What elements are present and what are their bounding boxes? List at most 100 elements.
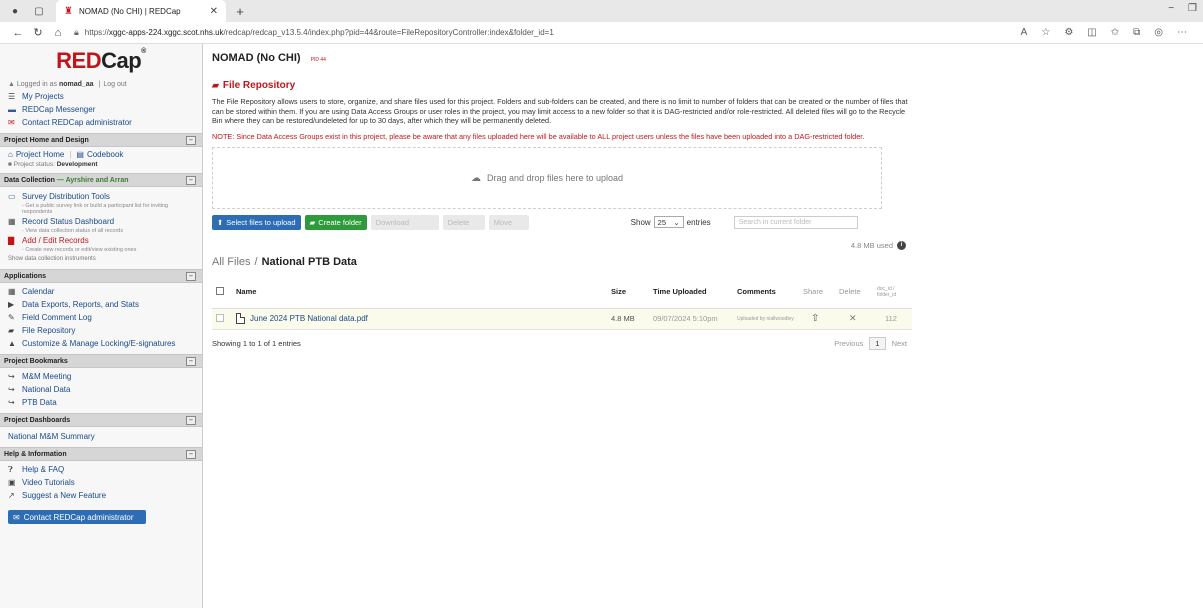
favorites-icon[interactable]: ✩ xyxy=(1111,27,1119,38)
column-comments[interactable]: Comments xyxy=(737,275,803,309)
sidebar-item-calendar[interactable]: ▦ Calendar xyxy=(0,285,202,298)
favorite-star-icon[interactable]: ☆ xyxy=(1041,27,1050,38)
download-button[interactable]: Download xyxy=(370,214,439,230)
folder-icon: ▰ xyxy=(309,217,316,227)
sidebar-item-locking[interactable]: ▲ Customize & Manage Locking/E-signatures xyxy=(0,337,202,350)
files-table: Name Size Time Uploaded Comments Share D… xyxy=(212,275,912,330)
folder-open-icon: ▰ xyxy=(212,80,219,90)
logout-link[interactable]: Log out xyxy=(103,81,126,88)
dag-note: NOTE: Since Data Access Groups exist in … xyxy=(212,131,865,141)
pager-previous[interactable]: Previous xyxy=(834,339,863,348)
section-project-home: Project Home and Design – xyxy=(0,133,202,147)
bookmark-ptb-data[interactable]: ↪ PTB Data xyxy=(0,396,202,409)
column-time-uploaded[interactable]: Time Uploaded xyxy=(653,275,737,309)
collapse-icon[interactable]: – xyxy=(186,356,196,366)
pager-page-1[interactable]: 1 xyxy=(869,336,886,350)
collapse-icon[interactable]: – xyxy=(186,449,196,459)
help-faq-link[interactable]: ❓︎ Help & FAQ xyxy=(0,463,202,476)
collections-icon[interactable]: ⧉ xyxy=(1133,27,1140,38)
column-size[interactable]: Size xyxy=(611,275,653,309)
doc-id: 112 xyxy=(877,308,912,330)
file-dropzone[interactable]: ☁ Drag and drop files here to upload xyxy=(212,147,882,210)
video-tutorials-link[interactable]: ▣ Video Tutorials xyxy=(0,476,202,489)
sidebar-link-contact-admin[interactable]: ✉ Contact REDCap administrator xyxy=(0,116,202,129)
page-description: The File Repository allows users to stor… xyxy=(212,97,908,126)
table-footer: Showing 1 to 1 of 1 entries Previous 1 N… xyxy=(212,336,912,350)
tab-actions-icon[interactable]: ▢ xyxy=(32,5,46,17)
pager-next[interactable]: Next xyxy=(892,339,907,348)
entries-select[interactable]: 25 ⌄ xyxy=(653,216,684,229)
delete-icon[interactable]: ✕ xyxy=(849,313,857,323)
create-folder-button[interactable]: ▰ Create folder xyxy=(304,214,367,230)
file-edit-icon: ▇ xyxy=(8,236,15,245)
bookmark-national-data[interactable]: ↪ National Data xyxy=(0,383,202,396)
storage-used: 4.8 MB used i xyxy=(212,241,906,251)
dashboard-national-mm-summary[interactable]: National M&M Summary xyxy=(0,430,202,443)
url-field[interactable]: 🔒︎ https://xggc-apps-224.xggc.scot.nhs.u… xyxy=(74,27,1021,38)
browser-tab[interactable]: ♜ NOMAD (No CHI) | REDCap ✕ xyxy=(56,0,226,22)
sidebar-item-file-repository[interactable]: ▰ File Repository xyxy=(0,324,202,337)
search-folder-input[interactable]: Search in current folder xyxy=(733,215,858,229)
redcap-logo[interactable]: REDCap® xyxy=(0,44,202,78)
breadcrumb-root[interactable]: All Files xyxy=(212,256,251,268)
tab-close-icon[interactable]: ✕ xyxy=(210,6,218,17)
sidebar-item-data-exports[interactable]: ▶ Data Exports, Reports, and Stats xyxy=(0,298,202,311)
back-icon[interactable]: ← xyxy=(8,27,28,39)
profile-icon[interactable]: ● xyxy=(8,5,22,17)
sidebar-link-survey-tools[interactable]: ▭ Survey Distribution Tools xyxy=(0,190,202,203)
move-button[interactable]: Move xyxy=(488,214,529,230)
upload-icon: ⬆ xyxy=(217,217,224,227)
table-icon: ▦ xyxy=(8,217,16,226)
copilot-icon[interactable]: ◎ xyxy=(1154,27,1163,38)
collapse-icon[interactable]: – xyxy=(186,175,196,185)
more-menu-icon[interactable]: ⋯ xyxy=(1177,27,1187,38)
project-id: PID 44 xyxy=(310,57,326,63)
question-icon: ❓︎ xyxy=(8,465,13,474)
browser-tab-bar: ● ▢ ♜ NOMAD (No CHI) | REDCap ✕ + − ❐ xyxy=(0,0,1203,22)
info-icon[interactable]: i xyxy=(897,241,906,251)
section-dashboards: Project Dashboards – xyxy=(0,413,202,427)
sidebar-link-add-edit-records[interactable]: ▇ Add / Edit Records xyxy=(0,234,202,247)
collapse-icon[interactable]: – xyxy=(186,271,196,281)
bookmark-mm-meeting[interactable]: ↪ M&M Meeting xyxy=(0,370,202,383)
redcap-favicon-icon: ♜ xyxy=(64,5,73,17)
delete-button[interactable]: Delete xyxy=(442,214,485,230)
contact-admin-button[interactable]: ✉ Contact REDCap administrator xyxy=(8,510,146,524)
lock-icon[interactable]: 🔒︎ xyxy=(74,27,79,38)
extensions-icon[interactable]: ⚙ xyxy=(1064,27,1073,38)
page-heading: ▰ File Repository xyxy=(212,80,296,91)
external-link-icon: ↗ xyxy=(8,491,15,500)
codebook-icon: ▤ xyxy=(76,150,84,159)
column-name[interactable]: Name xyxy=(236,275,611,309)
codebook-link[interactable]: Codebook xyxy=(87,150,123,159)
suggest-feature-link[interactable]: ↗ Suggest a New Feature xyxy=(0,489,202,502)
minimize-icon[interactable]: − xyxy=(1168,3,1174,14)
pdf-file-icon xyxy=(236,313,245,325)
refresh-icon[interactable]: ↻ xyxy=(28,26,48,39)
sidebar-link-messenger[interactable]: ▬ REDCap Messenger xyxy=(0,103,202,116)
home-icon: ⌂ xyxy=(8,150,13,159)
select-files-button[interactable]: ⬆ Select files to upload xyxy=(212,214,301,230)
split-screen-icon[interactable]: ◫ xyxy=(1087,27,1096,38)
share-icon[interactable]: ⇧ xyxy=(811,313,819,324)
breadcrumb-current: National PTB Data xyxy=(261,256,357,269)
show-instruments-link[interactable]: Show data collection instruments xyxy=(0,253,202,265)
address-bar: ← ↻ ⌂ 🔒︎ https://xggc-apps-224.xggc.scot… xyxy=(0,22,1203,44)
file-toolbar: ⬆ Select files to upload ▰ Create folder D… xyxy=(212,214,1193,230)
column-doc-id[interactable]: doc_id / folder_id xyxy=(877,275,912,309)
sidebar-link-my-projects[interactable]: ☰ My Projects xyxy=(0,90,202,103)
sidebar-link-record-status[interactable]: ▦ Record Status Dashboard xyxy=(0,215,202,228)
read-aloud-icon[interactable]: A xyxy=(1021,27,1028,38)
list-icon: ☰ xyxy=(8,92,16,101)
file-link[interactable]: June 2024 PTB National data.pdf xyxy=(236,313,611,325)
home-icon[interactable]: ⌂ xyxy=(48,27,68,39)
new-tab-button[interactable]: + xyxy=(230,4,250,19)
restore-icon[interactable]: ❐ xyxy=(1188,3,1197,14)
row-checkbox[interactable] xyxy=(216,313,224,322)
sidebar-item-field-comment-log[interactable]: ✎ Field Comment Log xyxy=(0,311,202,324)
collapse-icon[interactable]: – xyxy=(186,135,196,145)
project-home-link[interactable]: Project Home xyxy=(16,150,64,159)
collapse-icon[interactable]: – xyxy=(186,415,196,425)
select-all-checkbox[interactable] xyxy=(216,286,224,295)
username: nomad_aa xyxy=(58,81,94,88)
